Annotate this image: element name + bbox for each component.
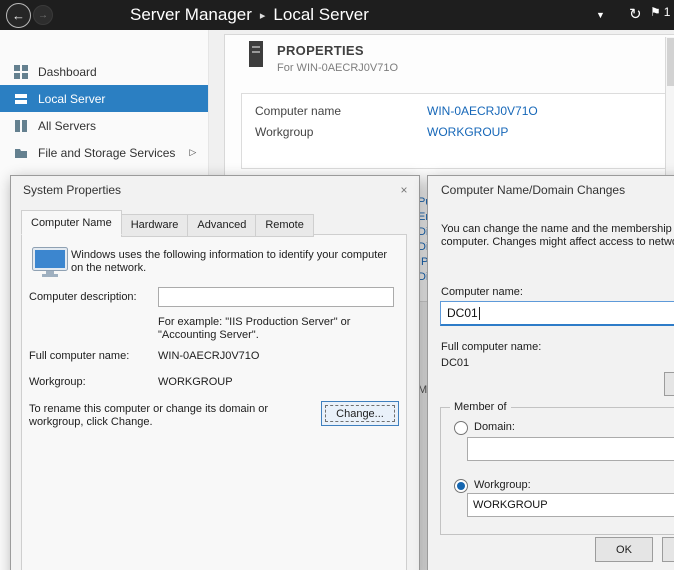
property-row: Computer name WIN-0AECRJ0V71O [242, 104, 674, 122]
member-of-label: Member of [450, 401, 511, 413]
workgroup-radio[interactable] [454, 479, 468, 493]
intro-text-line1: You can change the name and the membersh… [441, 223, 674, 235]
intro-text-line1: Windows uses the following information t… [71, 249, 387, 261]
computer-description-label: Computer description: [29, 291, 137, 303]
rename-text-line2: workgroup, click Change. [29, 416, 153, 428]
server-icon [14, 92, 28, 106]
computer-description-input[interactable] [158, 287, 394, 307]
tab-advanced[interactable]: Advanced [187, 214, 256, 237]
system-properties-dialog: System Properties × Computer NameHardwar… [10, 175, 420, 570]
sidebar-item-label: Local Server [38, 92, 105, 106]
sidebar-item-label: File and Storage Services [38, 146, 175, 160]
notification-count: 1 [664, 5, 671, 19]
app-title: Server Manager [130, 5, 252, 25]
properties-rows: Computer name WIN-0AECRJ0V71O Workgroup … [241, 93, 674, 169]
back-button[interactable]: ← [6, 3, 31, 28]
refresh-icon[interactable]: ↻ [629, 5, 642, 23]
forward-arrow-icon: → [38, 10, 48, 21]
workgroup-link[interactable]: WORKGROUP [427, 125, 508, 139]
full-computer-name-value: DC01 [441, 357, 469, 369]
breadcrumb-separator-icon: ▸ [260, 9, 266, 22]
workgroup-value: WORKGROUP [158, 376, 233, 388]
titlebar: ← → Server Manager ▸ Local Server ▼ ↻ ⚑ … [0, 0, 674, 30]
text-cursor [479, 307, 480, 320]
domain-radio[interactable] [454, 421, 468, 435]
scrollbar[interactable] [665, 37, 674, 175]
property-label: Computer name [255, 104, 341, 118]
breadcrumb-page: Local Server [273, 5, 368, 25]
change-button[interactable]: Change... [321, 401, 399, 426]
close-icon[interactable]: × [395, 181, 413, 199]
computer-name-input-value: DC01 [447, 306, 478, 320]
flag-icon: ⚑ [650, 5, 661, 19]
sidebar-item-file-storage-services[interactable]: File and Storage Services ▷ [0, 139, 208, 166]
more-button-clipped[interactable] [664, 372, 674, 396]
workgroup-label: Workgroup: [29, 376, 86, 388]
rename-text-line1: To rename this computer or change its do… [29, 403, 268, 415]
computer-name-link[interactable]: WIN-0AECRJ0V71O [427, 104, 538, 118]
sidebar-item-dashboard[interactable]: Dashboard [0, 58, 208, 85]
tab-remote[interactable]: Remote [255, 214, 314, 237]
sidebar-item-local-server[interactable]: Local Server [0, 85, 208, 112]
tab-hardware[interactable]: Hardware [121, 214, 189, 237]
intro-text-line2: computer. Changes might affect access to… [441, 236, 674, 248]
sidebar-item-label: Dashboard [38, 65, 97, 79]
cancel-button-clipped[interactable] [662, 537, 674, 562]
servers-icon [14, 119, 28, 133]
tab-computer-name[interactable]: Computer Name [21, 210, 122, 235]
scrollbar-thumb[interactable] [667, 38, 674, 86]
sidebar-item-all-servers[interactable]: All Servers [0, 112, 208, 139]
notifications-flag[interactable]: ⚑ 1 [650, 5, 670, 19]
full-computer-name-label: Full computer name: [441, 341, 541, 353]
back-arrow-icon: ← [12, 8, 25, 23]
sidebar-item-label: All Servers [38, 119, 96, 133]
example-text-line1: For example: "IIS Production Server" or [158, 316, 350, 328]
property-row: Workgroup WORKGROUP [242, 125, 674, 143]
dashboard-icon [14, 65, 28, 79]
computer-name-label: Computer name: [441, 286, 523, 298]
computer-name-domain-changes-dialog: Computer Name/Domain Changes You can cha… [427, 175, 674, 570]
chevron-right-icon: ▷ [189, 147, 196, 158]
computer-name-input[interactable]: DC01 [440, 301, 674, 326]
properties-subtitle: For WIN-0AECRJ0V71O [277, 62, 398, 74]
server-tile-icon [249, 41, 263, 67]
caret-down-icon[interactable]: ▼ [596, 10, 605, 20]
server-manager-window: ← → Server Manager ▸ Local Server ▼ ↻ ⚑ … [0, 0, 674, 570]
workgroup-input[interactable] [467, 493, 674, 517]
forward-button[interactable]: → [33, 5, 53, 25]
intro-text-line2: on the network. [71, 262, 146, 274]
tab-strip: Computer NameHardwareAdvancedRemote [21, 212, 313, 236]
storage-icon [14, 146, 28, 160]
dialog-title: Computer Name/Domain Changes [441, 183, 625, 197]
full-computer-name-value: WIN-0AECRJ0V71O [158, 350, 259, 362]
property-label: Workgroup [255, 125, 313, 139]
domain-input[interactable] [467, 437, 674, 461]
full-computer-name-label: Full computer name: [29, 350, 129, 362]
properties-title: PROPERTIES [277, 43, 364, 58]
ok-button[interactable]: OK [595, 537, 653, 562]
workgroup-label: Workgroup: [474, 479, 531, 491]
breadcrumb: Server Manager ▸ Local Server [130, 2, 369, 28]
domain-label: Domain: [474, 421, 515, 433]
example-text-line2: "Accounting Server". [158, 329, 259, 341]
monitor-icon [31, 246, 69, 278]
dialog-title: System Properties [23, 183, 121, 197]
